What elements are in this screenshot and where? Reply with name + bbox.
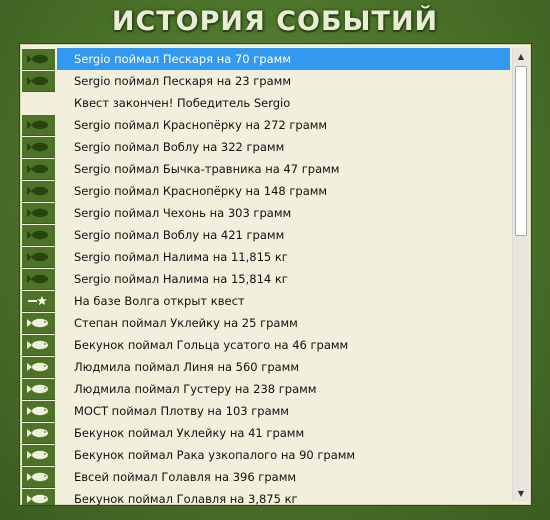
event-list: Sergio поймал Пескаря на 70 грамм Sergio … <box>22 48 510 506</box>
event-text: Sergio поймал Краснопёрку на 148 грамм <box>74 184 328 198</box>
dark-fish-icon <box>22 181 55 202</box>
dark-fish-icon <box>22 71 55 92</box>
event-row[interactable]: Бекунок поймал Голавля на 3,875 кг <box>22 488 510 506</box>
event-text: Sergio поймал Воблу на 322 грамм <box>74 140 285 154</box>
dark-fish-icon <box>22 269 55 290</box>
dark-fish-icon <box>22 137 55 158</box>
dark-fish-icon <box>22 115 55 136</box>
scroll-up-arrow-icon[interactable]: ▲ <box>513 48 529 64</box>
event-row[interactable]: Sergio поймал Налима на 15,814 кг <box>22 268 510 290</box>
light-fish-icon <box>22 445 55 466</box>
event-row[interactable]: На базе Волга открыт квест <box>22 290 510 312</box>
light-fish-icon <box>22 423 55 444</box>
event-row[interactable]: Евсей поймал Голавля на 396 грамм <box>22 466 510 488</box>
event-history-panel: Sergio поймал Пескаря на 70 грамм Sergio … <box>19 43 532 506</box>
light-fish-icon <box>22 313 55 334</box>
event-text: На базе Волга открыт квест <box>74 294 245 308</box>
event-text: Бекунок поймал Рака узкопалого на 90 гра… <box>74 448 356 462</box>
event-text: Sergio поймал Налима на 11,815 кг <box>74 250 288 264</box>
event-text: Sergio поймал Пескаря на 23 грамм <box>74 74 292 88</box>
scroll-down-arrow-icon[interactable]: ▼ <box>513 485 529 501</box>
dark-fish-icon <box>22 159 55 180</box>
event-text: Степан поймал Уклейку на 25 грамм <box>74 316 298 330</box>
event-row[interactable]: МОСТ поймал Плотву на 103 грамм <box>22 400 510 422</box>
event-row[interactable]: Sergio поймал Чехонь на 303 грамм <box>22 202 510 224</box>
light-fish-icon <box>22 357 55 378</box>
light-fish-icon <box>22 401 55 422</box>
event-row[interactable]: Бекунок поймал Гольца усатого на 46 грам… <box>22 334 510 356</box>
dark-fish-icon <box>22 247 55 268</box>
dark-fish-icon <box>22 203 55 224</box>
window-title: ИСТОРИЯ СОБЫТИЙ <box>111 6 439 37</box>
event-row[interactable]: Бекунок поймал Рака узкопалого на 90 гра… <box>22 444 510 466</box>
event-text: Евсей поймал Голавля на 396 грамм <box>74 470 297 484</box>
event-row[interactable]: Sergio поймал Воблу на 322 грамм <box>22 136 510 158</box>
event-text: Бекунок поймал Уклейку на 41 грамм <box>74 426 305 440</box>
event-text: Людмила поймал Линя на 560 грамм <box>74 360 300 374</box>
event-text: Sergio поймал Воблу на 421 грамм <box>74 228 285 242</box>
event-row[interactable]: Людмила поймал Линя на 560 грамм <box>22 356 510 378</box>
event-row[interactable]: Sergio поймал Краснопёрку на 272 грамм <box>22 114 510 136</box>
light-fish-icon <box>22 335 55 356</box>
event-text: Sergio поймал Чехонь на 303 грамм <box>74 206 292 220</box>
event-row[interactable]: Sergio поймал Краснопёрку на 148 грамм <box>22 180 510 202</box>
light-fish-icon <box>22 489 55 505</box>
event-row[interactable]: Квест закончен! Победитель Sergio <box>22 92 510 114</box>
dark-fish-icon <box>22 225 55 246</box>
event-row[interactable]: Sergio поймал Пескаря на 70 грамм <box>22 48 510 70</box>
event-row[interactable]: Людмила поймал Густеру на 238 грамм <box>22 378 510 400</box>
event-text: Sergio поймал Пескаря на 70 грамм <box>57 48 510 70</box>
vertical-scrollbar[interactable]: ▲ ▼ <box>512 48 529 501</box>
event-text: Людмила поймал Густеру на 238 грамм <box>74 382 317 396</box>
scrollbar-thumb[interactable] <box>515 66 527 236</box>
event-row[interactable]: Sergio поймал Пескаря на 23 грамм <box>22 70 510 92</box>
event-text: Sergio поймал Налима на 15,814 кг <box>74 272 288 286</box>
event-row[interactable]: Sergio поймал Налима на 11,815 кг <box>22 246 510 268</box>
event-row[interactable]: Степан поймал Уклейку на 25 грамм <box>22 312 510 334</box>
event-text: Бекунок поймал Голавля на 3,875 кг <box>74 492 298 506</box>
dark-fish-icon <box>22 49 55 70</box>
event-row[interactable]: Sergio поймал Воблу на 421 грамм <box>22 224 510 246</box>
event-text: Бекунок поймал Гольца усатого на 46 грам… <box>74 338 349 352</box>
light-fish-icon <box>22 467 55 488</box>
event-text: Sergio поймал Бычка-травника на 47 грамм <box>74 162 340 176</box>
event-icon-placeholder <box>22 94 55 114</box>
event-text: МОСТ поймал Плотву на 103 грамм <box>74 404 289 418</box>
event-text: Sergio поймал Краснопёрку на 272 грамм <box>74 118 328 132</box>
event-row[interactable]: Sergio поймал Бычка-травника на 47 грамм <box>22 158 510 180</box>
event-text: Квест закончен! Победитель Sergio <box>74 96 291 110</box>
light-fish-icon <box>22 379 55 400</box>
quest-flag-icon <box>22 291 55 312</box>
event-row[interactable]: Бекунок поймал Уклейку на 41 грамм <box>22 422 510 444</box>
